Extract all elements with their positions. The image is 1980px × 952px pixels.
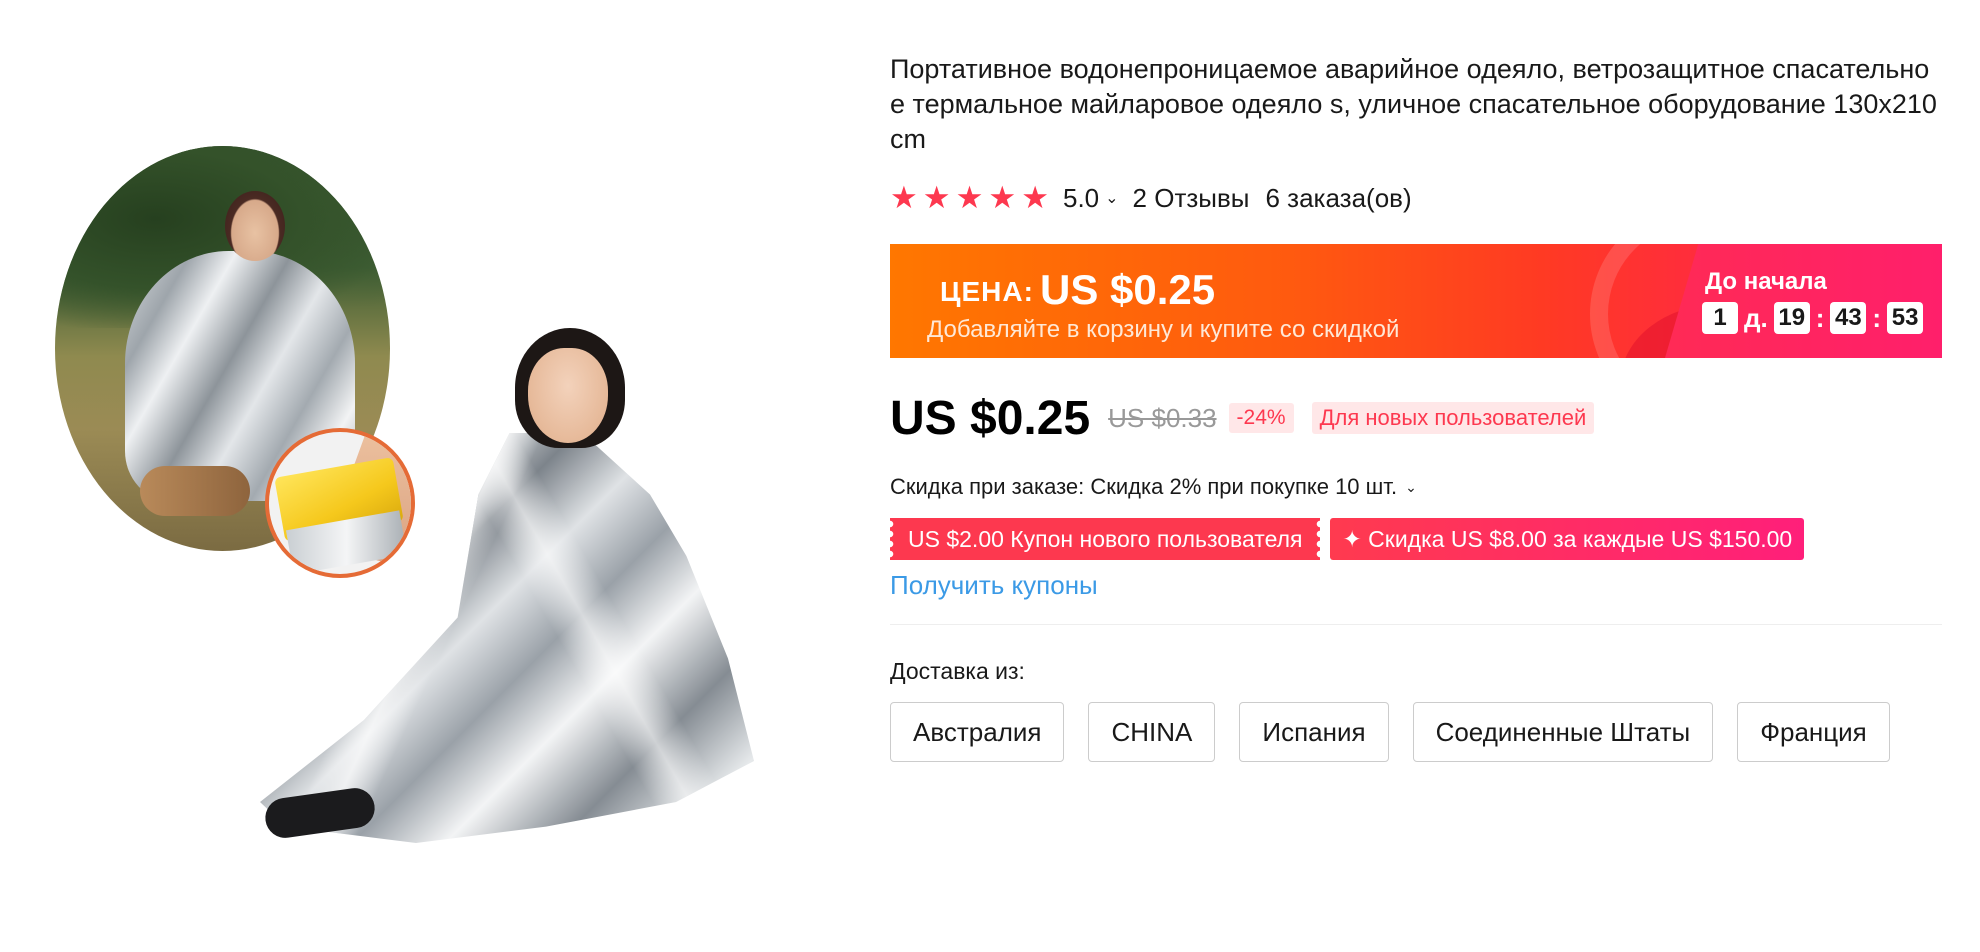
rating-stars: ★ ★ ★ ★ ★	[890, 180, 1049, 215]
promo-banner: ЦЕНА: US $0.25 Добавляйте в корзину и ку…	[890, 244, 1942, 358]
ship-from-australia[interactable]: Австралия	[890, 702, 1065, 762]
main-woman-in-blanket	[260, 328, 780, 848]
star-icon: ★	[890, 180, 918, 215]
orders-count: 6 заказа(ов)	[1265, 182, 1412, 213]
mylar-blanket	[260, 433, 754, 843]
ship-from-united-states[interactable]: Соединенные Штаты	[1412, 702, 1714, 762]
countdown-title: До начала	[1705, 268, 1827, 295]
countdown-timer: 1 д. 19 : 43 : 53	[1702, 302, 1924, 334]
divider	[890, 624, 1942, 625]
bulk-discount[interactable]: Скидка при заказе: Скидка 2% при покупке…	[890, 474, 1417, 500]
get-coupons-link[interactable]: Получить купоны	[890, 570, 1098, 601]
price-row: US $0.25 US $0.33 -24% Для новых пользов…	[890, 390, 1595, 446]
countdown-seconds: 53	[1887, 302, 1924, 334]
rating-row: ★ ★ ★ ★ ★ 5.0 ⌄ 2 Отзывы 6 заказа(ов)	[890, 180, 1412, 216]
new-user-coupon[interactable]: US $2.00 Купон нового пользователя	[890, 518, 1321, 560]
inset-boots	[140, 466, 250, 516]
coupon-row: US $2.00 Купон нового пользователя ✦ Ски…	[890, 518, 1805, 560]
chevron-down-icon[interactable]: ⌄	[1405, 479, 1417, 496]
shipping-options: Австралия CHINA Испания Соединенные Штат…	[890, 702, 1942, 762]
rating-value[interactable]: 5.0	[1063, 183, 1099, 214]
product-image[interactable]	[55, 128, 830, 918]
store-discount-coupon[interactable]: ✦ Скидка US $8.00 за каждые US $150.00	[1330, 518, 1805, 560]
star-icon: ★	[955, 180, 984, 215]
inset-woman-head	[225, 191, 285, 261]
countdown-days-unit: д.	[1744, 302, 1768, 333]
promo-subtitle: Добавляйте в корзину и купите со скидкой	[927, 316, 1400, 343]
promo-price: US $0.25	[1040, 266, 1216, 313]
countdown-separator: :	[1872, 302, 1882, 333]
star-icon: ★	[922, 180, 951, 215]
ship-from-china[interactable]: CHINA	[1088, 702, 1216, 762]
chevron-down-icon[interactable]: ⌄	[1105, 188, 1118, 208]
countdown-hours: 19	[1773, 302, 1810, 334]
promo-price-label: ЦЕНА:	[940, 276, 1034, 307]
new-user-badge: Для новых пользователей	[1311, 402, 1595, 434]
current-price: US $0.25	[890, 391, 1091, 445]
ship-from-france[interactable]: Франция	[1737, 702, 1890, 762]
star-icon: ★	[988, 180, 1017, 215]
ship-from-spain[interactable]: Испания	[1239, 702, 1389, 762]
discount-badge: -24%	[1228, 403, 1294, 433]
countdown-separator: :	[1815, 302, 1825, 333]
star-icon: ★	[1021, 180, 1049, 215]
shipping-label: Доставка из:	[890, 658, 1025, 684]
countdown-minutes: 43	[1830, 302, 1867, 334]
product-title: Портативное водонепроницаемое аварийное …	[890, 54, 1937, 154]
original-price: US $0.33	[1108, 402, 1217, 433]
countdown-panel	[1665, 244, 1942, 358]
bulk-discount-text: Скидка при заказе: Скидка 2% при покупке…	[890, 474, 1398, 499]
face	[528, 348, 608, 443]
countdown-days: 1	[1702, 302, 1738, 334]
reviews-link[interactable]: 2 Отзывы	[1133, 183, 1250, 214]
